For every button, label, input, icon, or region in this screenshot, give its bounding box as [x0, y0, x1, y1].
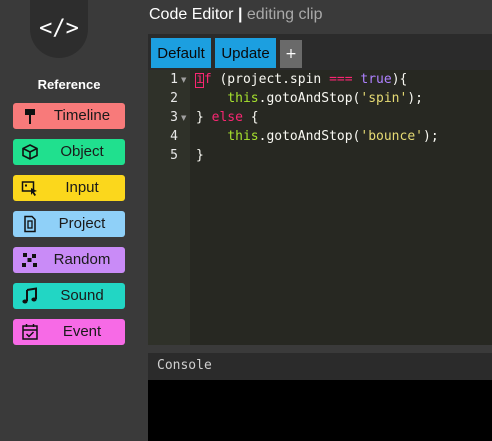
console-title: Console	[157, 358, 212, 373]
code-line-2: this.gotoAndStop('spin');	[227, 91, 423, 106]
object-button[interactable]: Object	[13, 139, 125, 165]
event-label: Event	[62, 323, 102, 340]
sound-button[interactable]: Sound	[13, 283, 125, 309]
panel-splitter[interactable]	[148, 345, 492, 353]
input-button[interactable]: Input	[13, 175, 125, 201]
add-tab-button[interactable]: +	[280, 40, 302, 68]
header-title: Code Editor | editing clip	[149, 6, 323, 24]
random-label: Random	[53, 251, 111, 268]
random-dots-icon	[22, 253, 37, 267]
file-icon	[24, 215, 36, 233]
input-label: Input	[65, 179, 99, 196]
reference-title: Reference	[37, 77, 101, 92]
line-number: 3	[170, 110, 178, 125]
project-button[interactable]: Project	[13, 211, 125, 237]
tab-default[interactable]: Default	[151, 38, 211, 68]
timeline-button[interactable]: Timeline	[13, 103, 125, 129]
calendar-check-icon	[22, 324, 38, 340]
project-label: Project	[58, 215, 106, 232]
code-line-3: } else {	[196, 110, 259, 125]
line-gutter: 1 2 3 4 5 ▼ ▼	[148, 70, 190, 345]
pin-icon	[25, 109, 35, 124]
app-title: Code Editor	[149, 6, 234, 23]
line-number: 2	[170, 91, 178, 106]
sound-label: Sound	[60, 287, 104, 304]
code-line-1: if (project.spin === true){	[196, 72, 408, 87]
timeline-label: Timeline	[53, 107, 111, 124]
fold-arrow-icon[interactable]: ▼	[181, 76, 186, 84]
code-logo-icon: </>	[30, 0, 88, 58]
line-number: 5	[170, 148, 178, 163]
code-editor[interactable]: 1 2 3 4 5 ▼ ▼ if (project.spin === true)…	[148, 70, 492, 345]
music-note-icon	[22, 287, 37, 304]
console-header: Console	[148, 353, 492, 380]
tab-update[interactable]: Update	[215, 38, 276, 68]
keyboard-pointer-icon	[21, 181, 37, 196]
fold-arrow-icon[interactable]: ▼	[181, 114, 186, 122]
cube-icon	[22, 144, 38, 160]
sidebar: </> Reference Timeline Object Input Proj…	[0, 0, 148, 441]
code-line-5: }	[196, 148, 204, 163]
tab-bar: Default Update +	[148, 34, 492, 70]
object-label: Object	[60, 143, 104, 160]
title-separator: |	[237, 6, 243, 23]
line-number: 1	[170, 72, 178, 87]
line-number: 4	[170, 129, 178, 144]
console-output	[148, 380, 492, 441]
random-button[interactable]: Random	[13, 247, 125, 273]
clip-subtitle: editing clip	[246, 6, 323, 23]
code-line-4: this.gotoAndStop('bounce');	[227, 129, 439, 144]
window-header: Code Editor | editing clip	[148, 0, 492, 34]
event-button[interactable]: Event	[13, 319, 125, 345]
